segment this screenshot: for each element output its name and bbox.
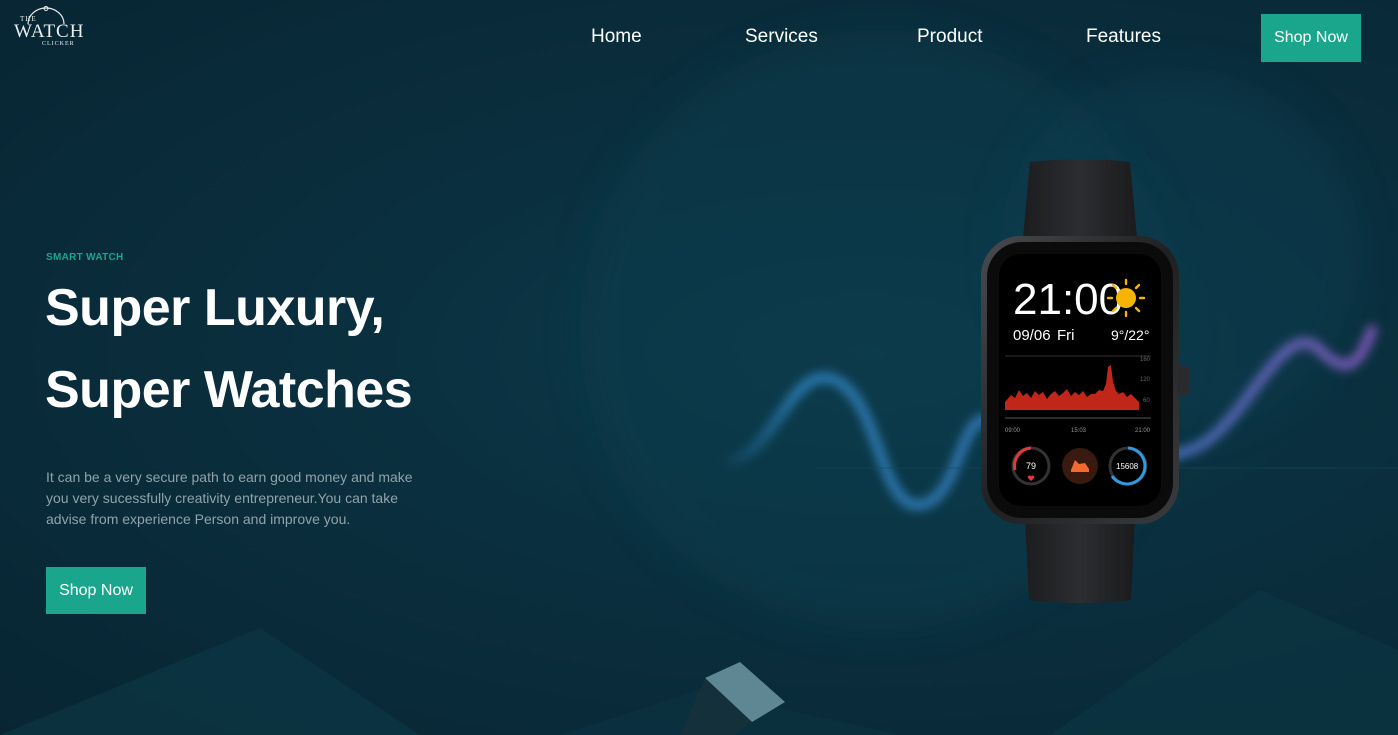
hero-shop-now-button[interactable]: Shop Now — [46, 567, 146, 614]
nav-item-product[interactable]: Product — [917, 26, 982, 48]
activity-widget — [1062, 448, 1098, 484]
nav-item-home[interactable]: Home — [591, 26, 642, 48]
logo-text-main: WATCH — [14, 21, 85, 42]
hero-headline-line1: Super Luxury, — [45, 279, 385, 337]
hero-eyebrow: SMART WATCH — [46, 252, 124, 263]
hero-headline-line2: Super Watches — [45, 361, 413, 419]
brand-logo[interactable]: THE WATCH CLICKER — [14, 6, 83, 52]
watch-time: 21:00 — [1013, 275, 1123, 324]
chart-time-label: 09:00 — [1005, 428, 1021, 434]
logo-text-sub: CLICKER — [42, 41, 75, 47]
nav-item-features[interactable]: Features — [1086, 26, 1161, 48]
hero-description: It can be a very secure path to earn goo… — [46, 469, 413, 527]
chart-scale-label: 60 — [1143, 398, 1150, 404]
nav-item-services[interactable]: Services — [745, 26, 818, 48]
chart-scale-label: 160 — [1140, 357, 1151, 363]
chart-time-label: 21:00 — [1135, 428, 1151, 434]
watch-date: 09/06 — [1013, 327, 1051, 344]
watch-day: Fri — [1057, 327, 1075, 344]
watch-temperature: 9°/22° — [1111, 327, 1149, 343]
steps-value: 15608 — [1116, 462, 1139, 471]
chart-scale-label: 120 — [1140, 377, 1151, 383]
smart-watch-image: 21:00 09/06 Fri 9°/22° 160 120 60 09:00 … — [981, 159, 1189, 603]
chart-time-label: 15:03 — [1071, 428, 1087, 434]
heart-rate-value: 79 — [1026, 461, 1036, 471]
nav-shop-now-button[interactable]: Shop Now — [1261, 14, 1361, 62]
